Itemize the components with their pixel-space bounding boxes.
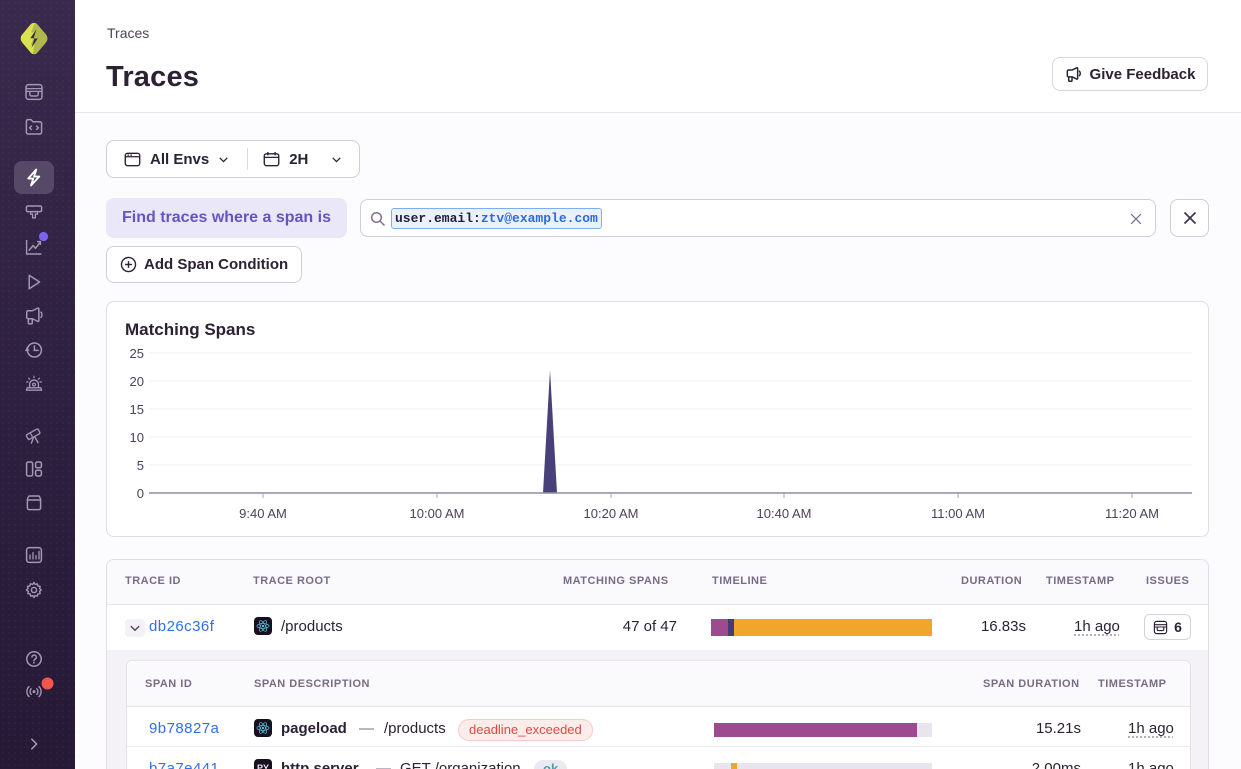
svg-text:25: 25: [130, 346, 144, 361]
svg-text:20: 20: [130, 374, 144, 389]
svg-text:10:40 AM: 10:40 AM: [757, 506, 812, 521]
svg-text:15: 15: [130, 402, 144, 417]
svg-text:11:00 AM: 11:00 AM: [931, 506, 985, 521]
svg-text:0: 0: [137, 486, 144, 501]
svg-text:10: 10: [130, 430, 144, 445]
svg-text:9:40 AM: 9:40 AM: [239, 506, 287, 521]
svg-text:11:20 AM: 11:20 AM: [1105, 506, 1159, 521]
svg-text:10:00 AM: 10:00 AM: [410, 506, 465, 521]
svg-text:10:20 AM: 10:20 AM: [584, 506, 639, 521]
svg-text:5: 5: [137, 458, 144, 473]
